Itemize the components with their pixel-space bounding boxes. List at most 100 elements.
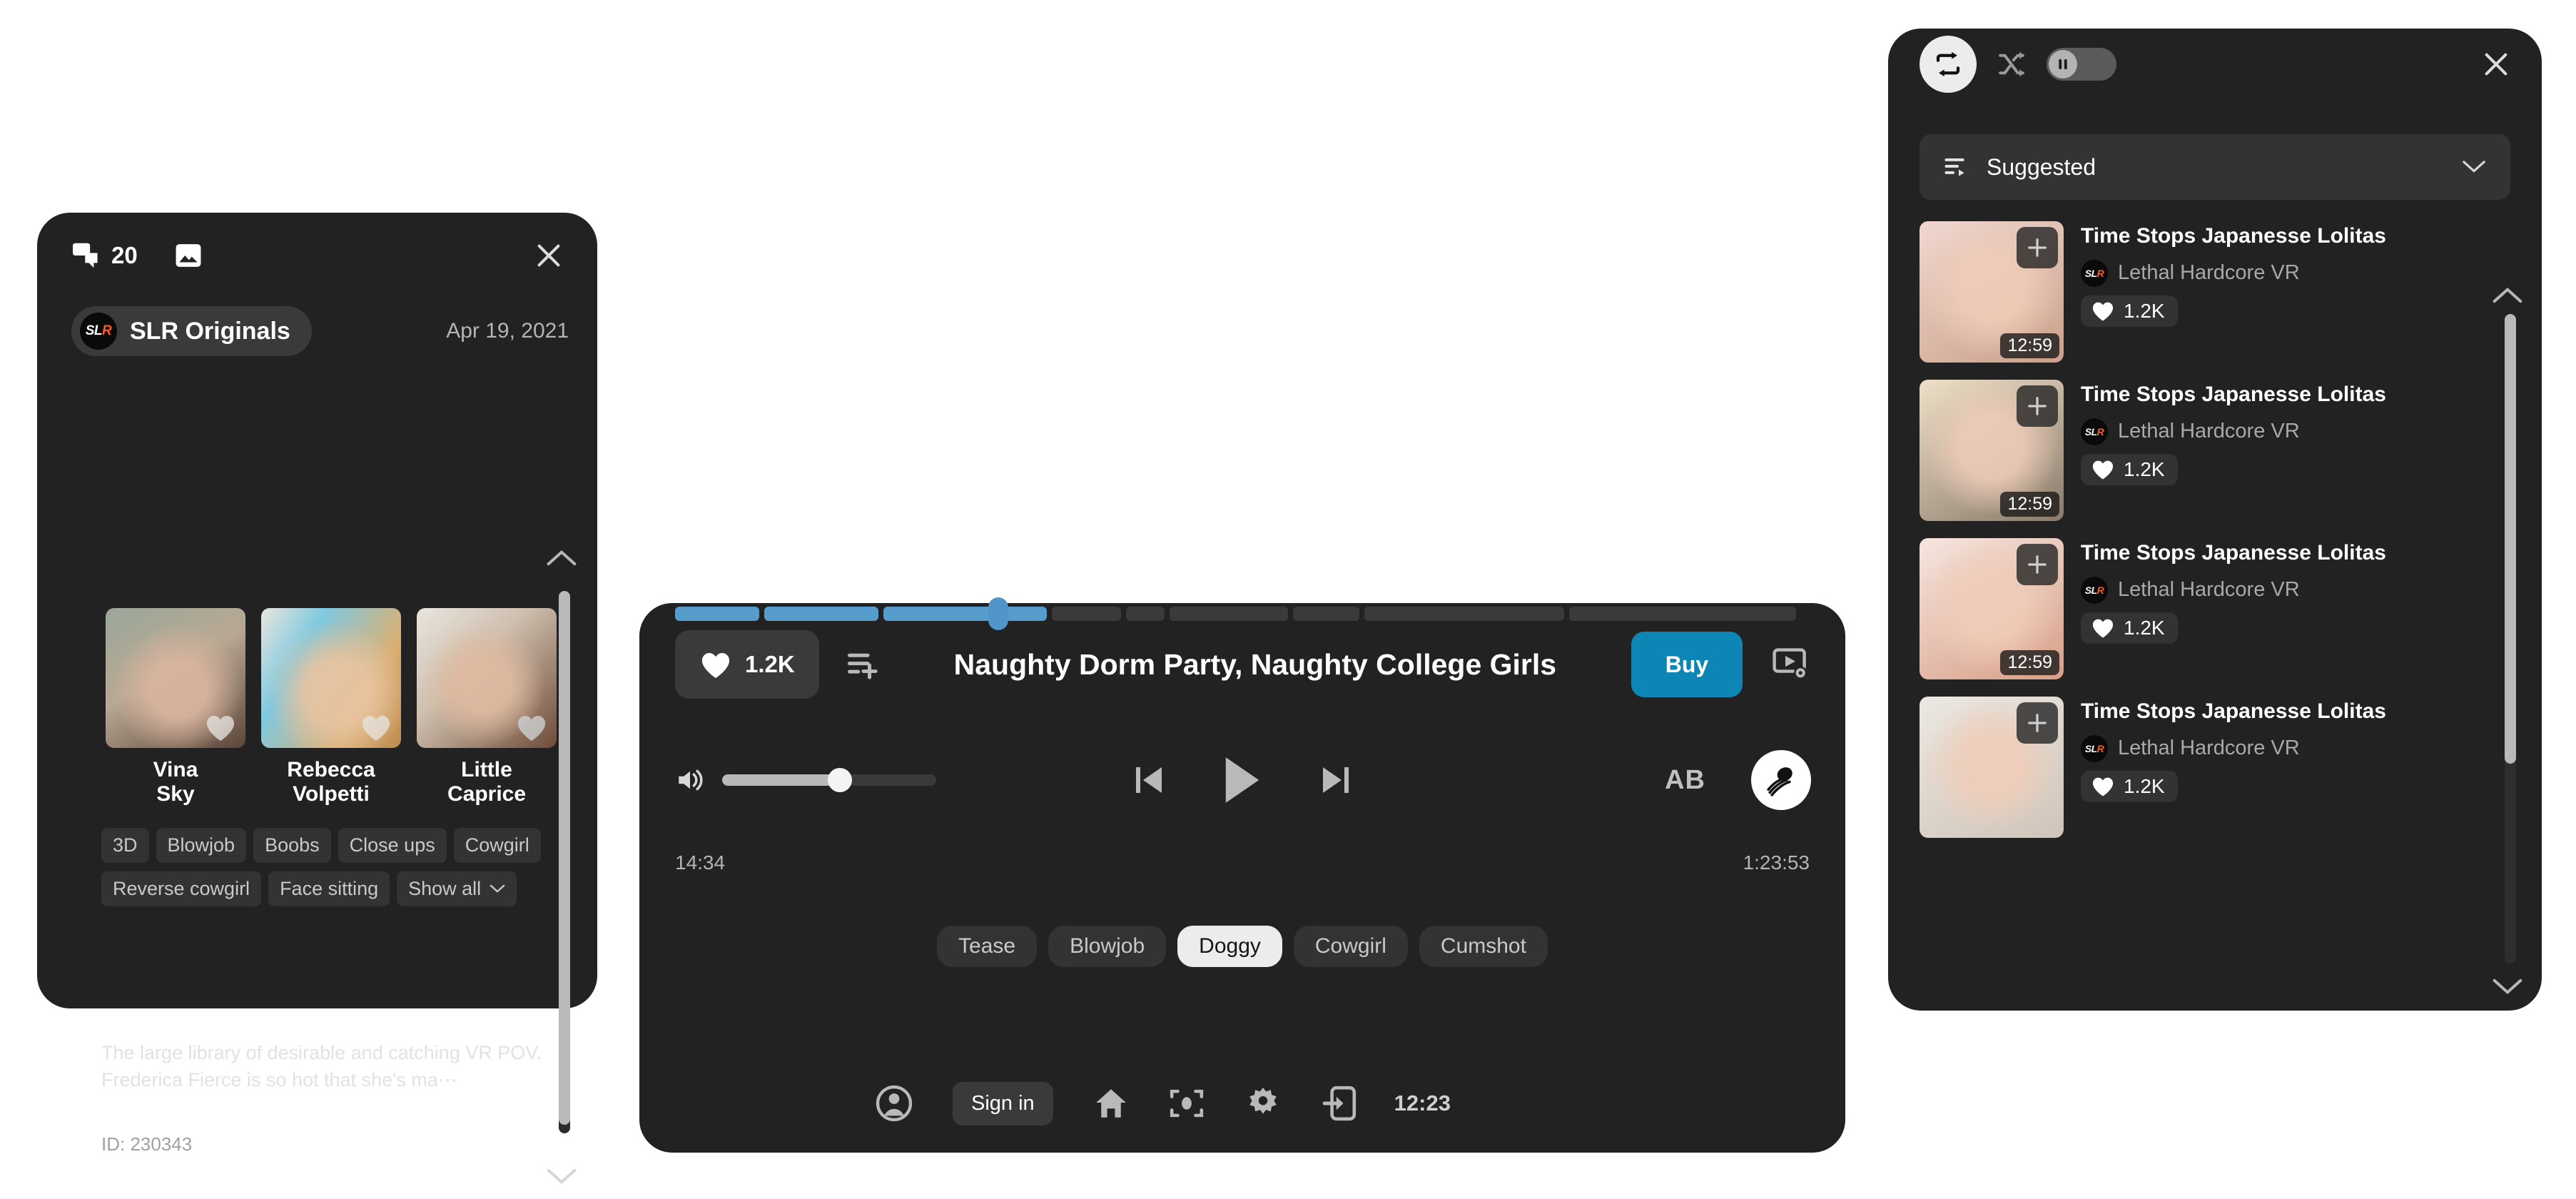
- seek-segment[interactable]: [764, 607, 879, 621]
- info-scrollbar-thumb[interactable]: [559, 591, 570, 1125]
- playlist-scrollbar-track[interactable]: [2505, 314, 2516, 963]
- playlist-item-like[interactable]: 1.2K: [2081, 295, 2178, 327]
- info-scroll-down-button[interactable]: [546, 1168, 577, 1186]
- close-icon: [537, 244, 560, 267]
- current-time: 14:34: [675, 851, 726, 874]
- seek-segment[interactable]: [883, 607, 1048, 621]
- playlist-item-studio[interactable]: SL R Lethal Hardcore VR: [2081, 734, 2510, 762]
- home-button[interactable]: [1093, 1086, 1129, 1120]
- tag-chip[interactable]: Reverse cowgirl: [101, 871, 262, 906]
- playlist-item-like[interactable]: 1.2K: [2081, 453, 2178, 485]
- seek-segment[interactable]: [1126, 607, 1165, 621]
- studio-chip[interactable]: SL R SLR Originals: [71, 306, 312, 356]
- playlist-item-thumbnail[interactable]: 12:59: [1920, 538, 2064, 679]
- seek-segment[interactable]: [1052, 607, 1122, 621]
- actor-card[interactable]: Rebecca Volpetti: [261, 608, 401, 806]
- playlist-item-studio[interactable]: SL R Lethal Hardcore VR: [2081, 576, 2510, 604]
- play-button[interactable]: [1222, 755, 1263, 805]
- cast-settings-button[interactable]: [1773, 648, 1810, 681]
- playlist-items: 12:59 Time Stops Japanesse Lolitas SL R Leth…: [1920, 221, 2510, 992]
- like-button[interactable]: 1.2K: [675, 630, 819, 699]
- slr-logo-icon: SL R: [2081, 734, 2108, 762]
- account-button[interactable]: [876, 1085, 913, 1122]
- lens-projection-button[interactable]: [1751, 750, 1811, 810]
- add-to-playlist-button[interactable]: [2017, 544, 2058, 585]
- tag-chip[interactable]: Cowgirl: [453, 828, 541, 863]
- playlist-item-thumbnail[interactable]: [1920, 697, 2064, 838]
- playlist-item-thumbnail[interactable]: 12:59: [1920, 380, 2064, 521]
- sign-in-button[interactable]: Sign in: [953, 1081, 1053, 1125]
- comments-button[interactable]: 20: [71, 242, 138, 269]
- seek-segment[interactable]: [1292, 607, 1360, 621]
- autoplay-pause-toggle[interactable]: [2047, 48, 2116, 81]
- shuffle-button[interactable]: [1997, 50, 2027, 79]
- seek-segment[interactable]: [675, 607, 759, 621]
- gallery-button[interactable]: [175, 243, 202, 268]
- buy-button[interactable]: Buy: [1631, 632, 1743, 697]
- scene-chip[interactable]: Cumshot: [1419, 926, 1548, 967]
- playlist-scroll-down-button[interactable]: [2492, 978, 2523, 996]
- add-to-playlist-button[interactable]: [2017, 702, 2058, 744]
- scene-chip[interactable]: Doggy: [1177, 926, 1282, 967]
- playlist-item[interactable]: 12:59 Time Stops Japanesse Lolitas SL R Leth…: [1920, 221, 2510, 363]
- plus-icon: [2028, 238, 2047, 257]
- add-to-playlist-button[interactable]: [2017, 385, 2058, 427]
- playlist-item-thumbnail[interactable]: 12:59: [1920, 221, 2064, 363]
- tag-chip[interactable]: Boobs: [253, 828, 331, 863]
- tag-chip[interactable]: Blowjob: [156, 828, 247, 863]
- playlist-item[interactable]: Time Stops Japanesse Lolitas SL R Lethal Ha…: [1920, 697, 2510, 838]
- ab-loop-button[interactable]: AB: [1665, 765, 1705, 796]
- total-duration: 1:23:53: [1743, 851, 1810, 874]
- playlist-item-like-count: 1.2K: [2124, 299, 2165, 322]
- playlist-sort-dropdown[interactable]: Suggested: [1920, 134, 2510, 200]
- actor-thumbnail[interactable]: [261, 608, 401, 748]
- scene-chip[interactable]: Cowgirl: [1293, 926, 1408, 967]
- scene-chip[interactable]: Tease: [937, 926, 1038, 967]
- seek-segment[interactable]: [1170, 607, 1288, 621]
- info-scrollbar-track[interactable]: [559, 591, 570, 1133]
- recenter-button[interactable]: [1169, 1086, 1205, 1120]
- actor-thumbnail[interactable]: [417, 608, 557, 748]
- previous-button[interactable]: [1133, 763, 1166, 797]
- seek-segment[interactable]: [1364, 607, 1565, 621]
- add-to-playlist-button[interactable]: [2017, 227, 2058, 268]
- info-scroll-up-button[interactable]: [546, 548, 577, 567]
- chevron-up-icon: [2493, 287, 2522, 303]
- actor-name: Little Caprice: [417, 758, 557, 806]
- playlist-scroll-up-button[interactable]: [2492, 285, 2523, 304]
- actor-card[interactable]: Little Caprice: [417, 608, 557, 806]
- tag-chip[interactable]: 3D: [101, 828, 149, 863]
- tag-chip[interactable]: Close ups: [338, 828, 447, 863]
- tag-chip[interactable]: Face sitting: [268, 871, 390, 906]
- exit-button[interactable]: [1322, 1085, 1357, 1122]
- close-playlist-button[interactable]: [2482, 50, 2510, 79]
- next-button[interactable]: [1319, 763, 1352, 797]
- slr-logo-suffix: R: [102, 323, 112, 338]
- studio-name: SLR Originals: [130, 317, 290, 345]
- settings-button[interactable]: [1244, 1086, 1282, 1121]
- volume-control[interactable]: [675, 766, 936, 794]
- playlist-item[interactable]: 12:59 Time Stops Japanesse Lolitas SL R Leth…: [1920, 380, 2510, 521]
- heart-icon: [2092, 777, 2114, 796]
- playlist-item-like[interactable]: 1.2K: [2081, 612, 2178, 644]
- chevron-down-icon: [2493, 978, 2522, 995]
- close-info-panel-button[interactable]: [534, 241, 563, 270]
- playlist-scrollbar-thumb[interactable]: [2505, 314, 2516, 764]
- scene-chip[interactable]: Blowjob: [1048, 926, 1167, 967]
- volume-slider[interactable]: [722, 768, 936, 792]
- seek-knob[interactable]: [988, 597, 1009, 630]
- seek-segment[interactable]: [1569, 607, 1797, 621]
- add-to-playlist-button[interactable]: [846, 649, 879, 679]
- slr-logo-icon: SL R: [80, 313, 117, 350]
- actor-thumbnail[interactable]: [106, 608, 245, 748]
- volume-slider-knob[interactable]: [828, 768, 852, 792]
- playlist-item[interactable]: 12:59 Time Stops Japanesse Lolitas SL R Leth…: [1920, 538, 2510, 679]
- playlist-item-studio[interactable]: SL R Lethal Hardcore VR: [2081, 259, 2510, 287]
- actor-list: Vina Sky Rebecca Volpetti Little Caprice: [106, 608, 557, 806]
- playlist-item-like[interactable]: 1.2K: [2081, 770, 2178, 802]
- playlist-item-studio[interactable]: SL R Lethal Hardcore VR: [2081, 418, 2510, 445]
- actor-card[interactable]: Vina Sky: [106, 608, 245, 806]
- seek-bar[interactable]: [675, 597, 1810, 630]
- show-all-tags-button[interactable]: Show all: [397, 871, 517, 906]
- repeat-button[interactable]: [1920, 36, 1977, 93]
